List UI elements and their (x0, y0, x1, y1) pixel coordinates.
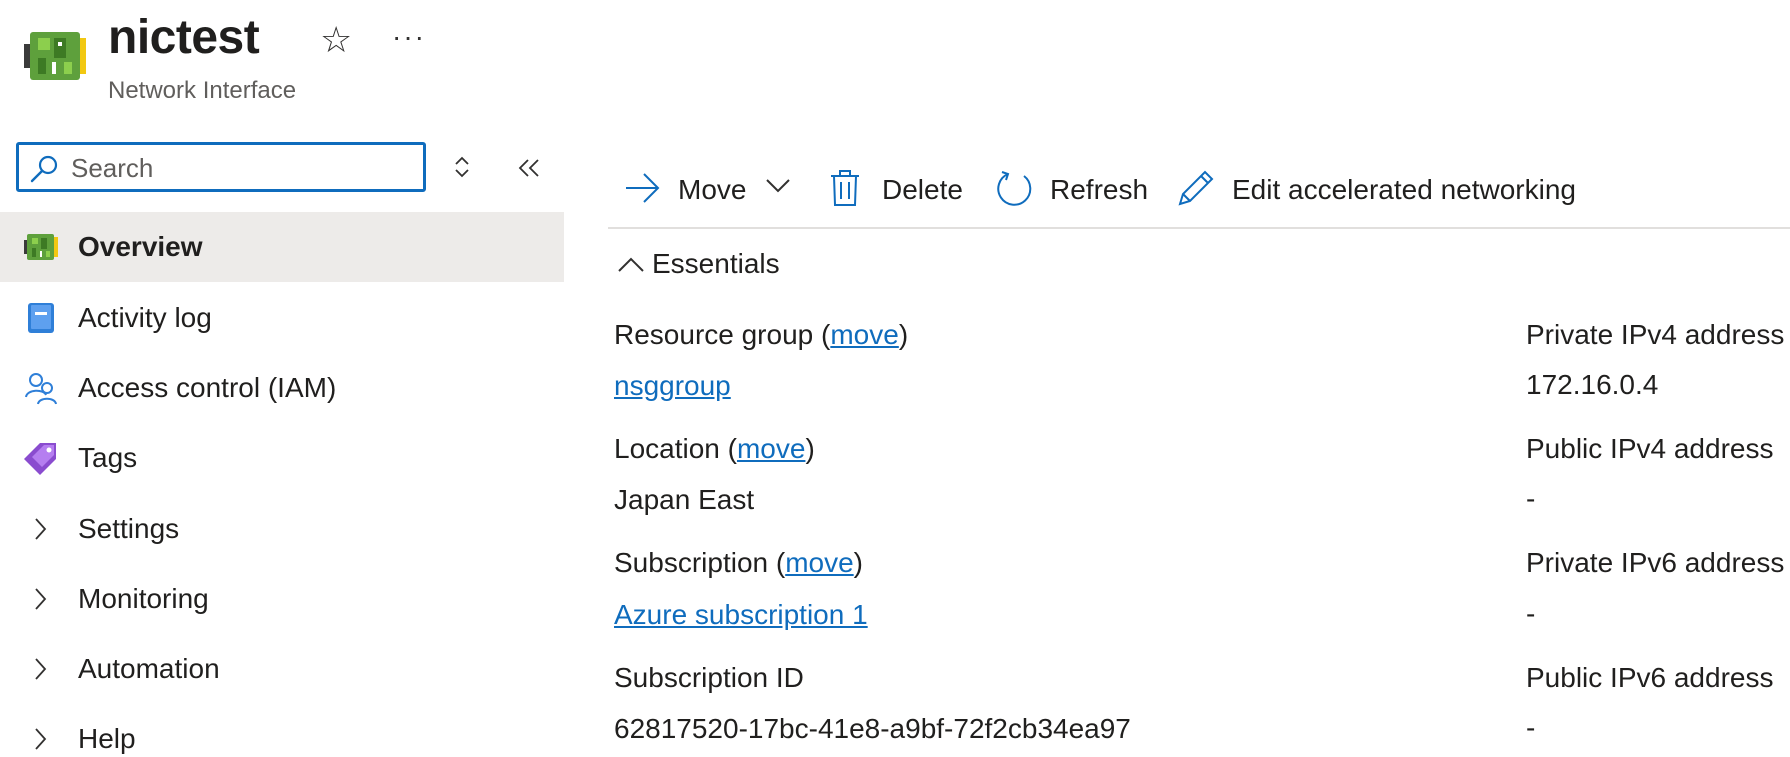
sidebar-item-label: Access control (IAM) (78, 372, 337, 403)
resource-group-label: Resource group (move) (614, 319, 909, 350)
resource-group-link[interactable]: nsggroup (614, 370, 731, 401)
move-button[interactable]: Move (622, 164, 798, 214)
sidebar-item-monitoring[interactable]: Monitoring (0, 564, 564, 634)
refresh-label: Refresh (1050, 174, 1149, 205)
move-label: Move (678, 174, 747, 205)
trash-icon (831, 170, 859, 206)
more-options-icon[interactable]: ··· (392, 22, 426, 52)
sidebar-item-tags[interactable]: Tags (0, 423, 564, 493)
delete-label: Delete (882, 174, 963, 205)
refresh-icon (997, 171, 1032, 206)
chevron-right-icon (35, 728, 47, 750)
collapse-sidebar-icon[interactable] (516, 156, 542, 180)
sidebar-item-label: Activity log (78, 302, 212, 333)
chevron-right-icon (35, 518, 47, 540)
private-ipv6-label: Private IPv6 address (1526, 547, 1785, 578)
subscription-id-value: 62817520-17bc-41e8-a9bf-72f2cb34ea97 (614, 713, 1131, 744)
sidebar-item-activity-log[interactable]: Activity log (0, 283, 564, 353)
sidebar-item-label: Tags (78, 442, 138, 473)
tag-icon (24, 443, 56, 475)
location-label: Location (move) (614, 433, 815, 464)
sidebar-item-label: Automation (78, 653, 220, 684)
toolbar-divider (608, 227, 1790, 229)
essentials-label: Essentials (652, 248, 780, 279)
subscription-label: Subscription (move) (614, 547, 863, 578)
subscription-id-label: Subscription ID (614, 662, 804, 693)
network-interface-icon (24, 32, 86, 80)
resource-group-value: nsggroup (614, 368, 731, 404)
public-ipv4-value: - (1526, 483, 1536, 514)
sidebar-item-access-control[interactable]: Access control (IAM) (0, 353, 564, 423)
search-input[interactable] (71, 151, 411, 185)
subscription-move-link[interactable]: move (785, 547, 853, 578)
chevron-right-icon (35, 658, 47, 680)
refresh-button[interactable]: Refresh (994, 164, 1149, 214)
private-ipv6-value: - (1526, 598, 1536, 629)
delete-button[interactable]: Delete (828, 164, 968, 214)
chevron-down-icon (766, 179, 790, 193)
resource-type-subtitle: Network Interface (108, 77, 297, 104)
sidebar-item-automation[interactable]: Automation (0, 634, 564, 704)
subscription-value: Azure subscription 1 (614, 597, 868, 633)
search-icon (30, 155, 58, 183)
location-value: Japan East (614, 484, 755, 515)
subscription-link[interactable]: Azure subscription 1 (614, 599, 868, 630)
sort-updown-icon[interactable] (452, 152, 472, 182)
sidebar-item-label: Settings (78, 513, 180, 544)
edit-accelerated-networking-button[interactable]: Edit accelerated networking (1176, 164, 1596, 214)
search-box[interactable] (16, 142, 426, 192)
public-ipv6-label: Public IPv6 address (1526, 662, 1774, 693)
iam-people-icon (25, 373, 57, 405)
favorite-star-icon[interactable]: ☆ (320, 18, 352, 62)
sidebar-item-settings[interactable]: Settings (0, 494, 564, 564)
chevron-right-icon (35, 588, 47, 610)
sidebar-item-help[interactable]: Help (0, 704, 564, 754)
page-title: nictest (108, 11, 260, 64)
location-move-link[interactable]: move (737, 433, 805, 464)
public-ipv6-value: - (1526, 712, 1536, 743)
arrow-right-icon (626, 173, 660, 203)
activity-log-icon (28, 303, 54, 333)
sidebar-item-overview[interactable]: Overview (0, 212, 564, 282)
sidebar-item-label: Monitoring (78, 583, 209, 614)
private-ipv4-label: Private IPv4 address (1526, 319, 1785, 350)
private-ipv4-value: 172.16.0.4 (1526, 369, 1659, 400)
edit-accelerated-networking-label: Edit accelerated networking (1232, 174, 1576, 205)
public-ipv4-label: Public IPv4 address (1526, 433, 1774, 464)
chevron-up-icon (618, 257, 644, 272)
network-interface-icon (24, 234, 58, 260)
resource-group-move-link[interactable]: move (830, 319, 898, 350)
sidebar-item-label: Overview (78, 231, 203, 262)
pencil-icon (1178, 170, 1214, 206)
